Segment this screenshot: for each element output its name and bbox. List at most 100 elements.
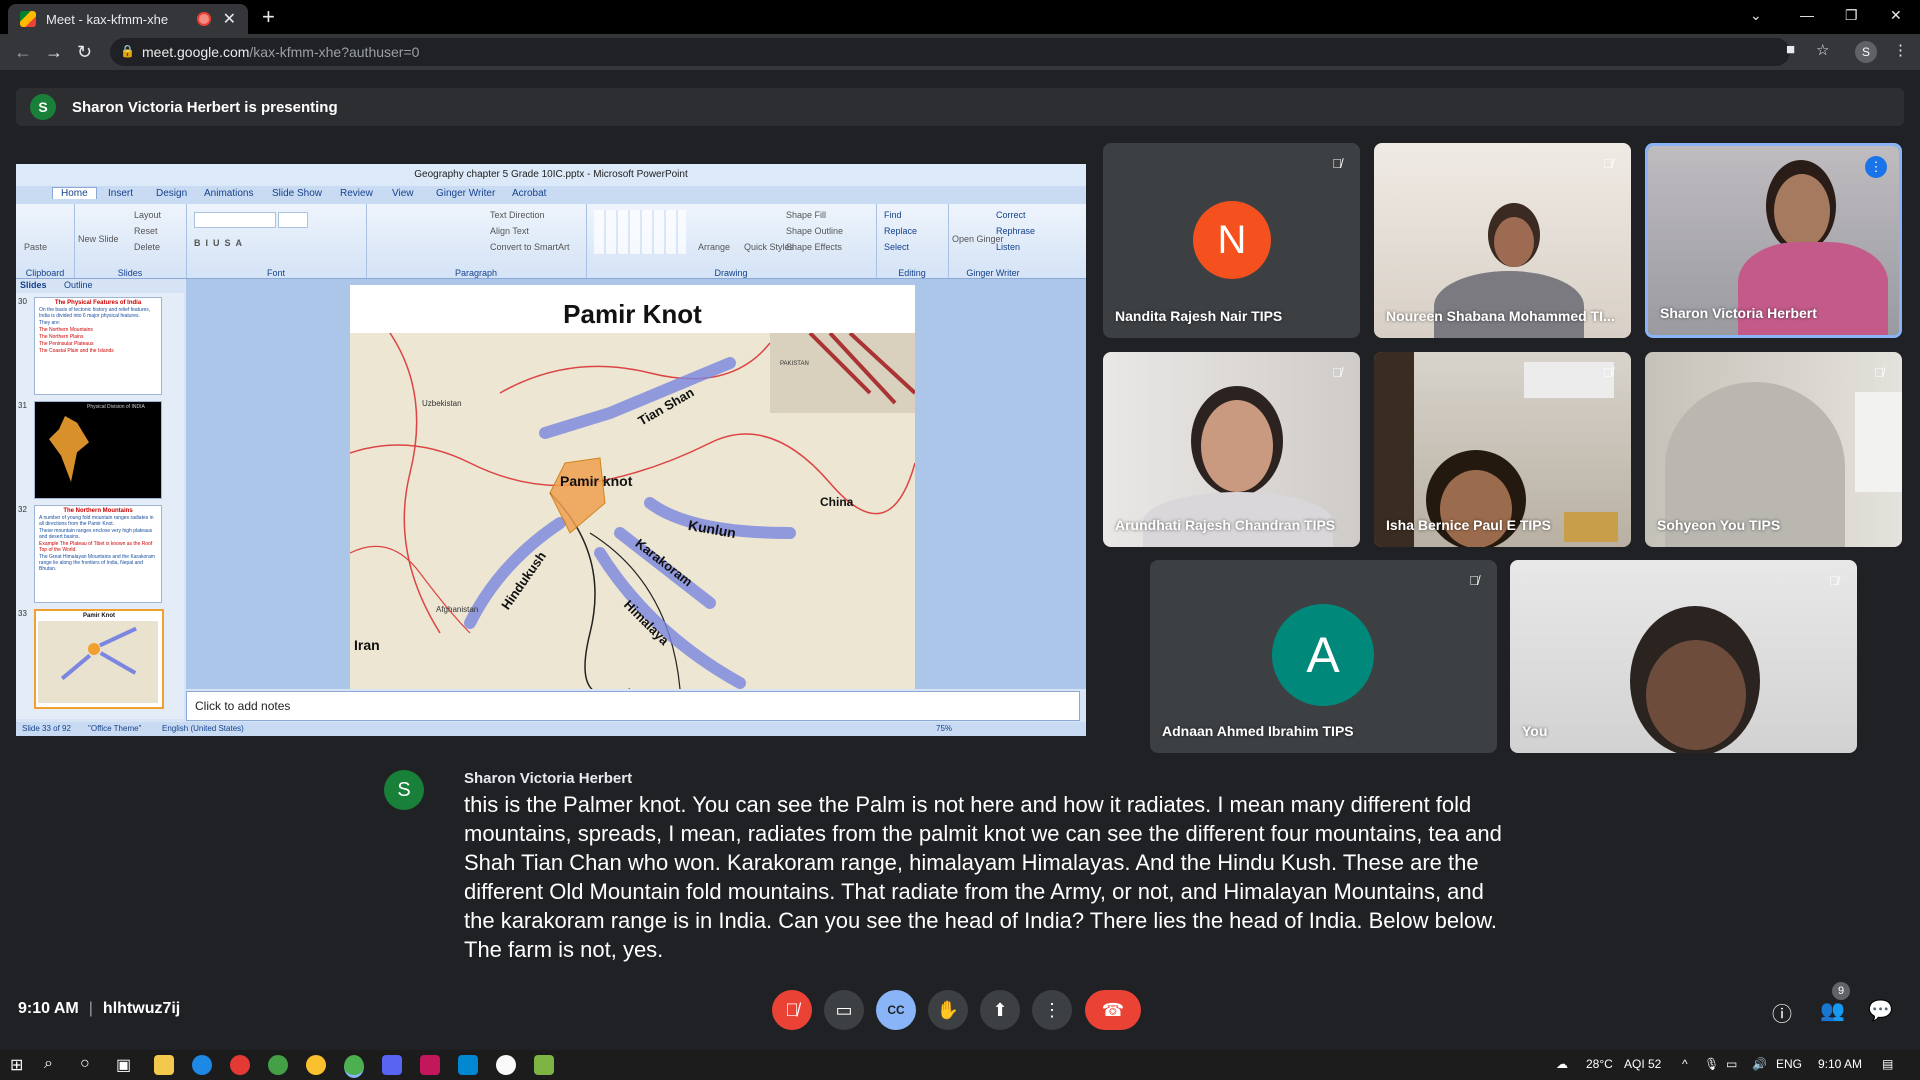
- search-icon[interactable]: ⌕: [44, 1055, 53, 1073]
- input-language[interactable]: ENG: [1776, 1057, 1802, 1071]
- address-bar[interactable]: 🔒 meet.google.com/kax-kfmm-xhe?authuser=…: [110, 38, 1790, 66]
- layout-button[interactable]: Layout: [134, 210, 161, 220]
- font-name-box[interactable]: [194, 212, 276, 228]
- ppt-tab-view[interactable]: View: [392, 188, 414, 199]
- ppt-tab-insert[interactable]: Insert: [108, 188, 133, 199]
- windows-taskbar: ⊞ ⌕ ○ ▣ ☁ 28°C AQI 52 ^ 🎙 ▭ 🔊 ENG 9:10 A…: [0, 1050, 1920, 1080]
- browser-menu-icon[interactable]: ⋮: [1893, 41, 1908, 59]
- tray-chevron-icon[interactable]: ^: [1682, 1057, 1688, 1071]
- ppt-tab-ginger[interactable]: Ginger Writer: [436, 188, 495, 199]
- captions-toggle-button[interactable]: CC: [876, 990, 916, 1030]
- restore-button[interactable]: ❐: [1845, 0, 1858, 30]
- align-text-button[interactable]: Align Text: [490, 226, 529, 236]
- notifications-icon[interactable]: ▤: [1882, 1057, 1893, 1071]
- ppt-tab-review[interactable]: Review: [340, 188, 373, 199]
- raise-hand-button[interactable]: ✋: [928, 990, 968, 1030]
- back-icon[interactable]: ←: [14, 42, 32, 63]
- pane-tab-outline[interactable]: Outline: [64, 280, 93, 290]
- notes-pane[interactable]: Click to add notes: [186, 691, 1080, 721]
- new-slide-button[interactable]: New Slide: [78, 234, 119, 244]
- delete-button[interactable]: Delete: [134, 242, 160, 252]
- participant-tile-you[interactable]: 🎙̸ You: [1510, 560, 1857, 753]
- app-icon[interactable]: [534, 1055, 554, 1075]
- volume-icon[interactable]: 🔊: [1752, 1057, 1767, 1071]
- discord-icon[interactable]: [382, 1055, 402, 1075]
- ppt-tab-design[interactable]: Design: [156, 188, 187, 199]
- weather-temp[interactable]: 28°C: [1586, 1057, 1613, 1071]
- app-icon[interactable]: [420, 1055, 440, 1075]
- bookmark-star-icon[interactable]: ☆: [1816, 41, 1829, 59]
- clipboard-group: Paste Clipboard: [16, 204, 75, 278]
- caption-text: this is the Palmer knot. You can see the…: [464, 792, 1502, 962]
- arrange-button[interactable]: Arrange: [698, 242, 730, 252]
- correct-button[interactable]: Correct: [996, 210, 1026, 220]
- task-view-icon[interactable]: ▣: [116, 1055, 131, 1075]
- replace-button[interactable]: Replace: [884, 226, 917, 236]
- forward-icon[interactable]: →: [45, 42, 63, 63]
- minimize-button[interactable]: —: [1800, 0, 1814, 30]
- ppt-tab-animations[interactable]: Animations: [204, 188, 253, 199]
- reset-button[interactable]: Reset: [134, 226, 158, 236]
- shapes-gallery[interactable]: [594, 210, 686, 254]
- listen-button[interactable]: Listen: [996, 242, 1020, 252]
- ppt-tab-acrobat[interactable]: Acrobat: [512, 188, 546, 199]
- mic-toggle-button[interactable]: 🎙̸: [772, 990, 812, 1030]
- participant-tile-arundhati[interactable]: 🎙̸ Arundhati Rajesh Chandran TIPS: [1103, 352, 1360, 547]
- reload-icon[interactable]: ↻: [77, 42, 92, 63]
- ppt-tab-home[interactable]: Home: [52, 187, 97, 199]
- present-now-button[interactable]: ⬆: [980, 990, 1020, 1030]
- participant-tile-nandita[interactable]: N 🎙̸ Nandita Rajesh Nair TIPS: [1103, 143, 1360, 338]
- windows-start-icon[interactable]: ⊞: [10, 1055, 23, 1075]
- participant-tile-adnaan[interactable]: A 🎙̸ Adnaan Ahmed Ibrahim TIPS: [1150, 560, 1497, 753]
- text-direction-button[interactable]: Text Direction: [490, 210, 545, 220]
- chrome-profile-icon[interactable]: [268, 1055, 288, 1075]
- weather-aqi[interactable]: AQI 52: [1624, 1057, 1661, 1071]
- file-explorer-icon[interactable]: [154, 1055, 174, 1075]
- close-tab-icon[interactable]: ✕: [223, 9, 236, 29]
- participant-tile-isha[interactable]: 🎙̸ Isha Bernice Paul E TIPS: [1374, 352, 1631, 547]
- new-tab-button[interactable]: +: [262, 4, 275, 30]
- shape-effects-button[interactable]: Shape Effects: [786, 242, 842, 252]
- pane-tab-slides[interactable]: Slides: [20, 280, 47, 290]
- convert-smartart-button[interactable]: Convert to SmartArt: [490, 242, 570, 252]
- participant-tile-sharon[interactable]: ⋮ Sharon Victoria Herbert: [1645, 143, 1902, 338]
- close-window-button[interactable]: ✕: [1890, 0, 1902, 30]
- mic-tray-icon[interactable]: 🎙: [1704, 1057, 1719, 1071]
- current-slide[interactable]: Pamir Knot Pamir knot Tian Shan Kunlun K…: [350, 285, 915, 689]
- participant-tile-noureen[interactable]: 🎙̸ Noureen Shabana Mohammed TI...: [1374, 143, 1631, 338]
- font-style-buttons[interactable]: B I U S A: [194, 238, 242, 248]
- font-size-box[interactable]: [278, 212, 308, 228]
- weather-icon[interactable]: ☁: [1556, 1057, 1568, 1071]
- mic-off-icon: 🎙̸: [1332, 365, 1342, 380]
- network-icon[interactable]: ▭: [1726, 1057, 1737, 1071]
- slide-editing-area[interactable]: Pamir Knot Pamir knot Tian Shan Kunlun K…: [186, 279, 1086, 689]
- status-zoom[interactable]: 75%: [936, 724, 952, 733]
- chrome-profile-2-icon[interactable]: [306, 1055, 326, 1075]
- mail-icon[interactable]: [458, 1055, 478, 1075]
- slides-group: New Slide Layout Reset Delete Slides: [74, 204, 187, 278]
- shape-outline-button[interactable]: Shape Outline: [786, 226, 843, 236]
- browser-tab[interactable]: Meet - kax-kfmm-xhe ✕: [8, 4, 248, 34]
- select-button[interactable]: Select: [884, 242, 909, 252]
- camera-toggle-button[interactable]: ▭: [824, 990, 864, 1030]
- find-button[interactable]: Find: [884, 210, 902, 220]
- people-icon[interactable]: 👥: [1820, 998, 1845, 1023]
- chrome-active-icon[interactable]: [344, 1055, 364, 1078]
- shape-fill-button[interactable]: Shape Fill: [786, 210, 826, 220]
- more-options-button[interactable]: ⋮: [1032, 990, 1072, 1030]
- camera-in-use-icon[interactable]: ■: [1786, 41, 1795, 58]
- rephrase-button[interactable]: Rephrase: [996, 226, 1035, 236]
- ppt-tab-slideshow[interactable]: Slide Show: [272, 188, 322, 199]
- app-icon[interactable]: [496, 1055, 516, 1075]
- profile-avatar[interactable]: S: [1855, 41, 1877, 63]
- tray-clock[interactable]: 9:10 AM: [1818, 1057, 1862, 1071]
- edge-icon[interactable]: [192, 1055, 212, 1075]
- meeting-details-icon[interactable]: ⓘ: [1772, 998, 1792, 1027]
- chrome-icon[interactable]: [230, 1055, 250, 1075]
- tab-search-icon[interactable]: ⌄: [1750, 0, 1762, 30]
- chat-icon[interactable]: 💬: [1868, 998, 1893, 1023]
- cortana-icon[interactable]: ○: [80, 1055, 90, 1073]
- leave-call-button[interactable]: ☎: [1085, 990, 1141, 1030]
- paste-button[interactable]: Paste: [24, 242, 47, 252]
- participant-tile-sohyeon[interactable]: 🎙̸ Sohyeon You TIPS: [1645, 352, 1902, 547]
